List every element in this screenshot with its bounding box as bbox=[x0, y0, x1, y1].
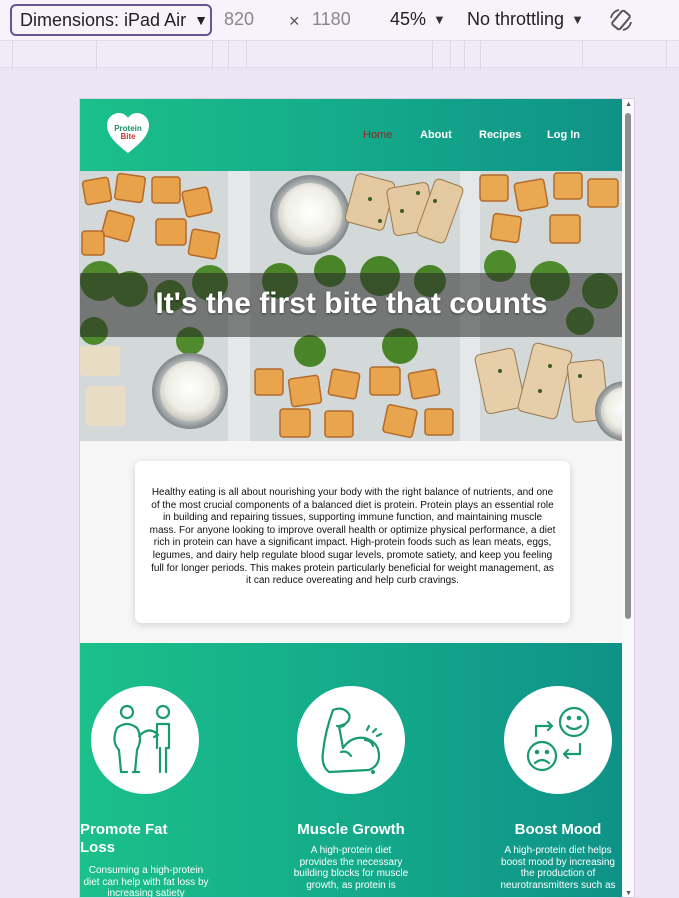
device-viewport: Protein Bite Home About Recipes Log In I… bbox=[79, 98, 635, 898]
feature-icon-circle bbox=[504, 686, 612, 794]
times-sign: × bbox=[289, 11, 300, 31]
height-input[interactable]: 1180 bbox=[312, 9, 351, 30]
intro-card: Healthy eating is all about nourishing y… bbox=[135, 461, 570, 623]
feature-desc-muscle-growth: A high-protein diet provides the necessa… bbox=[293, 845, 409, 891]
page-scrollbar[interactable]: ▲ ▼ bbox=[622, 99, 634, 897]
zoom-label: 45% bbox=[390, 9, 427, 29]
chevron-down-icon: ▼ bbox=[571, 12, 584, 27]
scroll-up-arrow-icon[interactable]: ▲ bbox=[625, 101, 632, 108]
nav-home[interactable]: Home bbox=[363, 129, 392, 141]
nav-about[interactable]: About bbox=[420, 129, 452, 141]
feature-desc-fat-loss: Consuming a high-protein diet can help w… bbox=[83, 865, 209, 898]
hero-banner: It's the first bite that counts bbox=[80, 171, 623, 441]
media-query-ruler bbox=[0, 40, 679, 69]
nav-login[interactable]: Log In bbox=[547, 129, 580, 141]
chevron-down-icon: ▼ bbox=[433, 12, 446, 27]
intro-text: Healthy eating is all about nourishing y… bbox=[149, 487, 556, 587]
chevron-down-icon: ▼ bbox=[194, 12, 208, 28]
site-logo[interactable]: Protein Bite bbox=[105, 111, 151, 157]
mood-swap-icon bbox=[526, 706, 590, 772]
dimensions-label: Dimensions: iPad Air bbox=[20, 9, 187, 30]
features-section: Promote Fat Loss Consuming a high-protei… bbox=[80, 643, 623, 898]
dimensions-select[interactable]: Dimensions: iPad Air ▼ bbox=[10, 4, 212, 36]
weight-loss-icon bbox=[113, 704, 171, 774]
logo-text: Protein Bite bbox=[114, 124, 142, 141]
rotate-icon[interactable] bbox=[607, 6, 635, 34]
scroll-thumb[interactable] bbox=[625, 113, 631, 619]
feature-title-muscle-growth: Muscle Growth bbox=[297, 821, 405, 838]
website-page: Protein Bite Home About Recipes Log In I… bbox=[80, 99, 623, 898]
hero-title: It's the first bite that counts bbox=[155, 287, 548, 320]
feature-desc-boost-mood: A high-protein diet helps boost mood by … bbox=[500, 845, 616, 891]
feature-title-fat-loss: Promote Fat Loss bbox=[80, 821, 168, 856]
scroll-down-arrow-icon[interactable]: ▼ bbox=[625, 890, 632, 897]
throttling-label: No throttling bbox=[467, 9, 565, 29]
feature-icon-circle bbox=[91, 686, 199, 794]
throttling-select[interactable]: No throttling ▼ bbox=[467, 9, 584, 30]
flexed-arm-icon bbox=[321, 707, 383, 775]
width-input[interactable]: 820 bbox=[224, 9, 254, 30]
nav-recipes[interactable]: Recipes bbox=[479, 129, 521, 141]
feature-title-boost-mood: Boost Mood bbox=[514, 821, 602, 838]
feature-icon-circle bbox=[297, 686, 405, 794]
site-navbar: Protein Bite Home About Recipes Log In bbox=[80, 99, 623, 171]
device-toolbar: Dimensions: iPad Air ▼ 820 × 1180 45% ▼ … bbox=[0, 0, 679, 40]
zoom-select[interactable]: 45% ▼ bbox=[390, 9, 446, 30]
